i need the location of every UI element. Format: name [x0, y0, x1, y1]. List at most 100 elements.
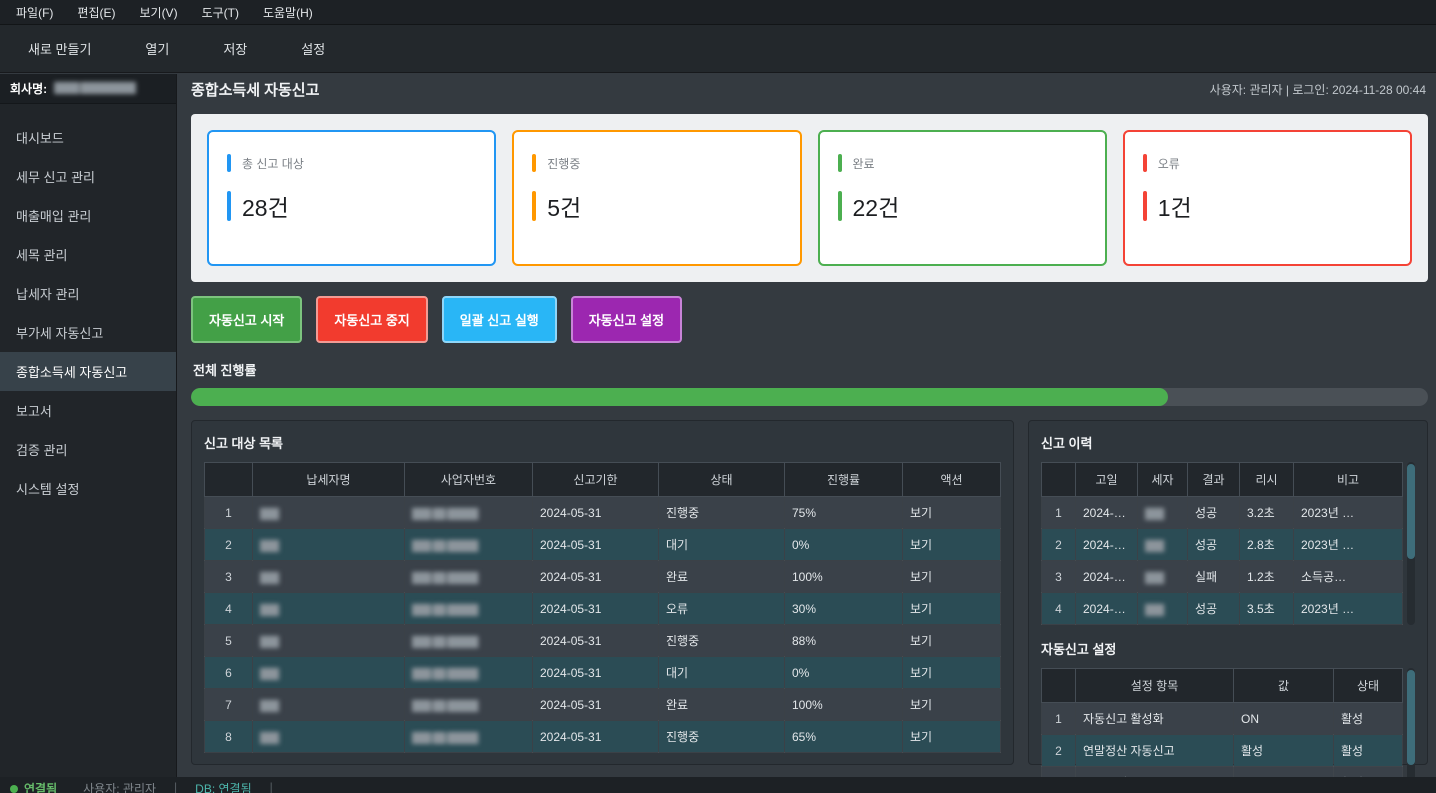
- view-link[interactable]: 보기: [903, 625, 1001, 657]
- page-header: 종합소득세 자동신고 사용자: 관리자 | 로그인: 2024-11-28 00…: [178, 74, 1436, 104]
- col-progress: 진행률: [785, 463, 903, 497]
- cell-note: 2023년 …: [1294, 529, 1403, 561]
- open-button[interactable]: 열기: [131, 31, 183, 66]
- sidebar-item-tax-report-mgmt[interactable]: 세무 신고 관리: [0, 157, 176, 196]
- redacted-text: ███-██-█████: [412, 509, 478, 520]
- batch-report-run-button[interactable]: 일괄 신고 실행: [442, 296, 557, 343]
- cell-elapsed: 1.2초: [1240, 561, 1294, 593]
- redacted-text: ███: [260, 509, 278, 520]
- stat-value: 1건: [1158, 189, 1192, 223]
- cell-value: ON: [1234, 703, 1334, 735]
- history-scrollbar-thumb[interactable]: [1407, 464, 1415, 559]
- menubar-item-edit[interactable]: 편집(E): [65, 0, 127, 25]
- table-row[interactable]: 3 ███ ███-██-█████ 2024-05-31 완료 100% 보기: [205, 561, 1001, 593]
- table-row[interactable]: 1 ███ ███-██-█████ 2024-05-31 진행중 75% 보기: [205, 497, 1001, 529]
- cell-deadline: 2024-05-31: [533, 625, 659, 657]
- sidebar-item-tax-item-mgmt[interactable]: 세목 관리: [0, 235, 176, 274]
- redacted-text: ███-██-█████: [412, 669, 478, 680]
- view-link[interactable]: 보기: [903, 497, 1001, 529]
- sidebar-item-reports[interactable]: 보고서: [0, 391, 176, 430]
- cell-status: 오류: [659, 593, 785, 625]
- overall-progress-fill: [191, 388, 1168, 406]
- col-result: 결과: [1188, 463, 1240, 497]
- view-link[interactable]: 보기: [903, 721, 1001, 753]
- table-row[interactable]: 3 소득공제 자동계산 ON 활성: [1042, 767, 1403, 778]
- table-row[interactable]: 2 ███ ███-██-█████ 2024-05-31 대기 0% 보기: [205, 529, 1001, 561]
- cell-note: 2023년 …: [1294, 593, 1403, 625]
- sidebar-item-sales-purchase-mgmt[interactable]: 매출매입 관리: [0, 196, 176, 235]
- auto-settings-table: 설정 항목 값 상태 1 자동신고 활성화 ON 활성: [1041, 668, 1403, 777]
- cell-index: 7: [205, 689, 253, 721]
- view-link[interactable]: 보기: [903, 593, 1001, 625]
- table-row[interactable]: 5 ███ ███-██-█████ 2024-05-31 진행중 88% 보기: [205, 625, 1001, 657]
- menubar-item-view[interactable]: 보기(V): [127, 0, 189, 25]
- table-row[interactable]: 4 2024-0… ███ 성공 3.5초 2023년 …: [1042, 593, 1403, 625]
- view-link[interactable]: 보기: [903, 561, 1001, 593]
- report-target-list-title: 신고 대상 목록: [204, 433, 1001, 452]
- stop-auto-report-button[interactable]: 자동신고 중지: [316, 296, 427, 343]
- cell-taxpayer-name: ███: [253, 657, 405, 689]
- sidebar-item-vat-auto-report[interactable]: 부가세 자동신고: [0, 313, 176, 352]
- table-row[interactable]: 2 연말정산 자동신고 활성 활성: [1042, 735, 1403, 767]
- sidebar-item-validation-mgmt[interactable]: 검증 관리: [0, 430, 176, 469]
- cell-deadline: 2024-05-31: [533, 561, 659, 593]
- redacted-text: ███-██-█████: [412, 637, 478, 648]
- cell-progress: 88%: [785, 625, 903, 657]
- cell-result: 성공: [1188, 593, 1240, 625]
- menubar-item-tools[interactable]: 도구(T): [190, 0, 251, 25]
- cell-deadline: 2024-05-31: [533, 657, 659, 689]
- table-row[interactable]: 1 2024-0… ███ 성공 3.2초 2023년 …: [1042, 497, 1403, 529]
- cell-taxpayer: ███: [1138, 497, 1188, 529]
- view-link[interactable]: 보기: [903, 657, 1001, 689]
- stat-card-error: 오류 1건: [1123, 130, 1412, 266]
- start-auto-report-button[interactable]: 자동신고 시작: [191, 296, 302, 343]
- table-row[interactable]: 7 ███ ███-██-█████ 2024-05-31 완료 100% 보기: [205, 689, 1001, 721]
- sidebar-item-dashboard[interactable]: 대시보드: [0, 118, 176, 157]
- view-link[interactable]: 보기: [903, 529, 1001, 561]
- history-scrollbar[interactable]: [1407, 462, 1415, 625]
- cell-value: ON: [1234, 767, 1334, 778]
- report-target-table: 납세자명 사업자번호 신고기한 상태 진행률 액션 1: [204, 462, 1001, 753]
- table-row[interactable]: 1 자동신고 활성화 ON 활성: [1042, 703, 1403, 735]
- settings-scrollbar[interactable]: [1407, 668, 1415, 777]
- redacted-text: ███: [260, 701, 278, 712]
- auto-settings-table-wrap: 설정 항목 값 상태 1 자동신고 활성화 ON 활성: [1041, 668, 1415, 777]
- sidebar-item-system-settings[interactable]: 시스템 설정: [0, 469, 176, 508]
- col-action: 액션: [903, 463, 1001, 497]
- cell-taxpayer-name: ███: [253, 529, 405, 561]
- redacted-text: ███-██-█████: [412, 573, 478, 584]
- table-row[interactable]: 2 2024-0… ███ 성공 2.8초 2023년 …: [1042, 529, 1403, 561]
- save-button[interactable]: 저장: [209, 31, 261, 66]
- cell-progress: 65%: [785, 721, 903, 753]
- toolbar: 새로 만들기 열기 저장 설정: [0, 25, 1436, 73]
- sidebar-nav: 대시보드 세무 신고 관리 매출매입 관리 세목 관리 납세자 관리 부가세 자…: [0, 104, 176, 508]
- col-business-number: 사업자번호: [405, 463, 533, 497]
- view-link[interactable]: 보기: [903, 689, 1001, 721]
- table-row[interactable]: 8 ███ ███-██-█████ 2024-05-31 진행중 65% 보기: [205, 721, 1001, 753]
- company-name-row: 회사명: ████ █████████: [0, 74, 176, 104]
- table-row[interactable]: 6 ███ ███-██-█████ 2024-05-31 대기 0% 보기: [205, 657, 1001, 689]
- redacted-text: ███: [260, 605, 278, 616]
- sidebar-item-income-tax-auto-report[interactable]: 종합소득세 자동신고: [0, 352, 176, 391]
- redacted-text: ███-██-█████: [412, 605, 478, 616]
- cell-elapsed: 3.2초: [1240, 497, 1294, 529]
- table-header-row: 고일 세자 결과 리시 비고: [1042, 463, 1403, 497]
- settings-button[interactable]: 설정: [287, 31, 339, 66]
- sidebar-item-taxpayer-mgmt[interactable]: 납세자 관리: [0, 274, 176, 313]
- report-history-table-wrap: 고일 세자 결과 리시 비고 1 2024-0…: [1041, 462, 1415, 625]
- table-row[interactable]: 3 2024-0… ███ 실패 1.2초 소득공…: [1042, 561, 1403, 593]
- accent-bar: [838, 191, 842, 221]
- auto-report-settings-button[interactable]: 자동신고 설정: [571, 296, 682, 343]
- menubar-item-file[interactable]: 파일(F): [4, 0, 65, 25]
- col-report-date: 고일: [1076, 463, 1138, 497]
- table-row[interactable]: 4 ███ ███-██-█████ 2024-05-31 오류 30% 보기: [205, 593, 1001, 625]
- statusbar-user: 사용자: 관리자: [83, 780, 156, 793]
- cell-progress: 100%: [785, 689, 903, 721]
- stats-summary: 총 신고 대상 28건 진행중 5건 완료 22건 오류 1건: [191, 114, 1428, 282]
- cell-setting-item: 자동신고 활성화: [1076, 703, 1234, 735]
- cell-taxpayer-name: ███: [253, 721, 405, 753]
- cell-index: 1: [1042, 703, 1076, 735]
- settings-scrollbar-thumb[interactable]: [1407, 670, 1415, 765]
- new-button[interactable]: 새로 만들기: [14, 31, 105, 66]
- menubar-item-help[interactable]: 도움말(H): [251, 0, 325, 25]
